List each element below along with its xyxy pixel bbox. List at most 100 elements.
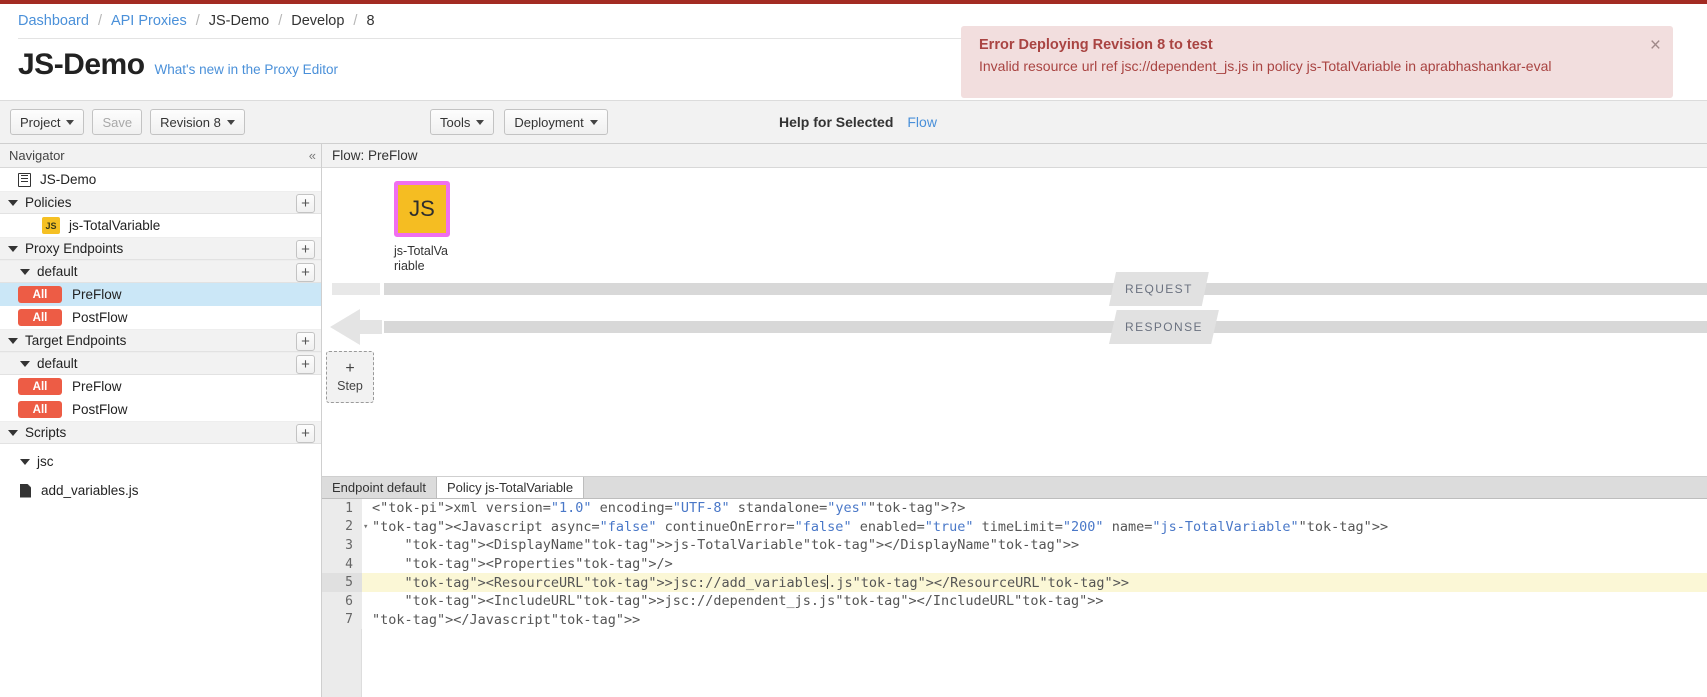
navigator-policy-js-totalvariable[interactable]: JS js-TotalVariable — [0, 214, 321, 237]
code-line[interactable]: 6 "tok-tag"><IncludeURL"tok-tag">>jsc://… — [322, 592, 1707, 611]
navigator-group-proxy-endpoints-label: Proxy Endpoints — [25, 241, 123, 256]
navigator-proxy-postflow[interactable]: All PostFlow — [0, 306, 321, 329]
triangle-down-icon[interactable] — [20, 269, 30, 275]
line-number: 7 — [322, 611, 362, 630]
flow-canvas-panel: Flow: PreFlow JS js-TotalVariable REQUES… — [322, 144, 1707, 476]
whats-new-link[interactable]: What's new in the Proxy Editor — [155, 62, 338, 77]
tools-button[interactable]: Tools — [430, 109, 494, 135]
add-script-button[interactable]: + — [296, 424, 315, 443]
add-target-flow-button[interactable]: + — [296, 355, 315, 374]
line-number: 4 — [322, 555, 362, 574]
proxy-editor-page: Dashboard / API Proxies / JS-Demo / Deve… — [0, 0, 1707, 697]
xml-editor[interactable]: 1<"tok-pi">xml version="1.0" encoding="U… — [322, 499, 1707, 697]
navigator-proxy-preflow[interactable]: All PreFlow — [0, 283, 321, 306]
code-text: "tok-tag"><Javascript async="false" cont… — [362, 519, 1388, 535]
toolbar-middle-group: Tools Deployment — [430, 109, 608, 135]
proxy-icon — [18, 173, 31, 187]
deployment-button[interactable]: Deployment — [504, 109, 607, 135]
tab-endpoint-default[interactable]: Endpoint default — [322, 477, 437, 498]
add-step-button[interactable]: + Step — [326, 351, 374, 403]
file-icon — [20, 484, 31, 498]
editor-lines[interactable]: 1<"tok-pi">xml version="1.0" encoding="U… — [322, 499, 1707, 629]
flow-all-badge: All — [18, 401, 62, 418]
navigator-group-target-endpoints[interactable]: Target Endpoints + — [0, 329, 321, 352]
breadcrumb-separator: / — [278, 13, 282, 29]
triangle-down-icon[interactable] — [8, 338, 18, 344]
navigator-group-scripts-label: Scripts — [25, 425, 66, 440]
breadcrumb-item-api-proxies[interactable]: API Proxies — [111, 13, 187, 29]
project-button[interactable]: Project — [10, 109, 84, 135]
navigator-root-label: JS-Demo — [40, 172, 96, 187]
navigator-target-default-label: default — [37, 356, 78, 371]
add-proxy-endpoint-button[interactable]: + — [296, 240, 315, 259]
code-text: "tok-tag"><ResourceURL"tok-tag">>jsc://a… — [362, 575, 1129, 591]
collapse-sidebar-icon[interactable]: « — [309, 148, 315, 163]
code-line[interactable]: 4 "tok-tag"><Properties"tok-tag">/> — [322, 555, 1707, 574]
response-lane: RESPONSE — [322, 321, 1707, 333]
navigator-proxy-default-label: default — [37, 264, 78, 279]
code-line[interactable]: 3 "tok-tag"><DisplayName"tok-tag">>js-To… — [322, 536, 1707, 555]
add-target-endpoint-button[interactable]: + — [296, 332, 315, 351]
navigator-script-folder-jsc[interactable]: jsc — [0, 450, 321, 473]
page-title: JS-Demo — [18, 48, 145, 82]
navigator-proxy-postflow-label: PostFlow — [72, 310, 128, 325]
navigator-proxy-default[interactable]: default + — [0, 260, 321, 283]
add-proxy-flow-button[interactable]: + — [296, 263, 315, 282]
close-icon[interactable]: × — [1650, 36, 1661, 55]
error-toast: Error Deploying Revision 8 to test Inval… — [961, 26, 1673, 98]
code-text: "tok-tag"><DisplayName"tok-tag">>js-Tota… — [362, 537, 1079, 553]
response-lane-bar — [384, 321, 1707, 333]
add-step-label: Step — [337, 379, 363, 393]
flow-all-badge: All — [18, 309, 62, 326]
navigator-group-policies[interactable]: Policies + — [0, 191, 321, 214]
flow-policy-label: js-TotalVariable — [394, 244, 452, 274]
breadcrumb-item-dashboard[interactable]: Dashboard — [18, 13, 89, 29]
navigator-root-item[interactable]: JS-Demo — [0, 168, 321, 191]
code-text: <"tok-pi">xml version="1.0" encoding="UT… — [362, 500, 965, 516]
chevron-down-icon — [590, 120, 598, 125]
save-button-label: Save — [102, 115, 132, 130]
help-flow-link[interactable]: Flow — [907, 114, 937, 130]
navigator-group-scripts[interactable]: Scripts + — [0, 421, 321, 444]
breadcrumb-separator: / — [196, 13, 200, 29]
triangle-down-icon[interactable] — [8, 200, 18, 206]
fold-toggle-icon[interactable]: ▾ — [363, 522, 371, 532]
triangle-down-icon[interactable] — [20, 361, 30, 367]
add-policy-button[interactable]: + — [296, 194, 315, 213]
error-toast-message: Invalid resource url ref jsc://dependent… — [979, 56, 1633, 76]
navigator-group-policies-label: Policies — [25, 195, 72, 210]
breadcrumb-item-js-demo: JS-Demo — [209, 13, 269, 29]
navigator-group-target-endpoints-label: Target Endpoints — [25, 333, 126, 348]
triangle-down-icon[interactable] — [8, 430, 18, 436]
navigator-group-proxy-endpoints[interactable]: Proxy Endpoints + — [0, 237, 321, 260]
js-policy-icon[interactable]: JS — [394, 181, 450, 237]
save-button[interactable]: Save — [92, 109, 142, 135]
code-line[interactable]: 5 "tok-tag"><ResourceURL"tok-tag">>jsc:/… — [322, 573, 1707, 592]
code-line[interactable]: 2▾"tok-tag"><Javascript async="false" co… — [322, 518, 1707, 537]
triangle-down-icon[interactable] — [20, 459, 30, 465]
line-number: 5 — [322, 573, 362, 592]
flow-policy-node[interactable]: JS js-TotalVariable — [394, 181, 470, 274]
toolbar-help-group: Help for Selected Flow — [779, 114, 937, 130]
error-toast-title: Error Deploying Revision 8 to test — [979, 37, 1633, 53]
navigator-target-preflow[interactable]: All PreFlow — [0, 375, 321, 398]
arrow-left-icon — [330, 309, 360, 345]
revision-selector[interactable]: Revision 8 — [150, 109, 245, 135]
triangle-down-icon[interactable] — [8, 246, 18, 252]
request-lane-stub — [332, 283, 380, 295]
tab-policy-js-totalvariable[interactable]: Policy js-TotalVariable — [437, 477, 584, 498]
response-lane-tag: RESPONSE — [1109, 310, 1219, 344]
navigator-target-default[interactable]: default + — [0, 352, 321, 375]
navigator-script-file[interactable]: add_variables.js — [0, 479, 321, 502]
code-line[interactable]: 7"tok-tag"></Javascript"tok-tag">> — [322, 611, 1707, 630]
code-line[interactable]: 1<"tok-pi">xml version="1.0" encoding="U… — [322, 499, 1707, 518]
request-lane: REQUEST — [322, 283, 1707, 295]
toolbar-left-group: Project Save Revision 8 — [10, 109, 245, 135]
navigator-header: Navigator « — [0, 144, 321, 168]
navigator-title: Navigator — [9, 148, 65, 163]
navigator-target-postflow[interactable]: All PostFlow — [0, 398, 321, 421]
revision-selector-label: Revision 8 — [160, 115, 221, 130]
chevron-down-icon — [66, 120, 74, 125]
code-text: "tok-tag"><IncludeURL"tok-tag">>jsc://de… — [362, 593, 1104, 609]
editor-toolbar: Project Save Revision 8 Tools Deployment… — [0, 100, 1707, 144]
